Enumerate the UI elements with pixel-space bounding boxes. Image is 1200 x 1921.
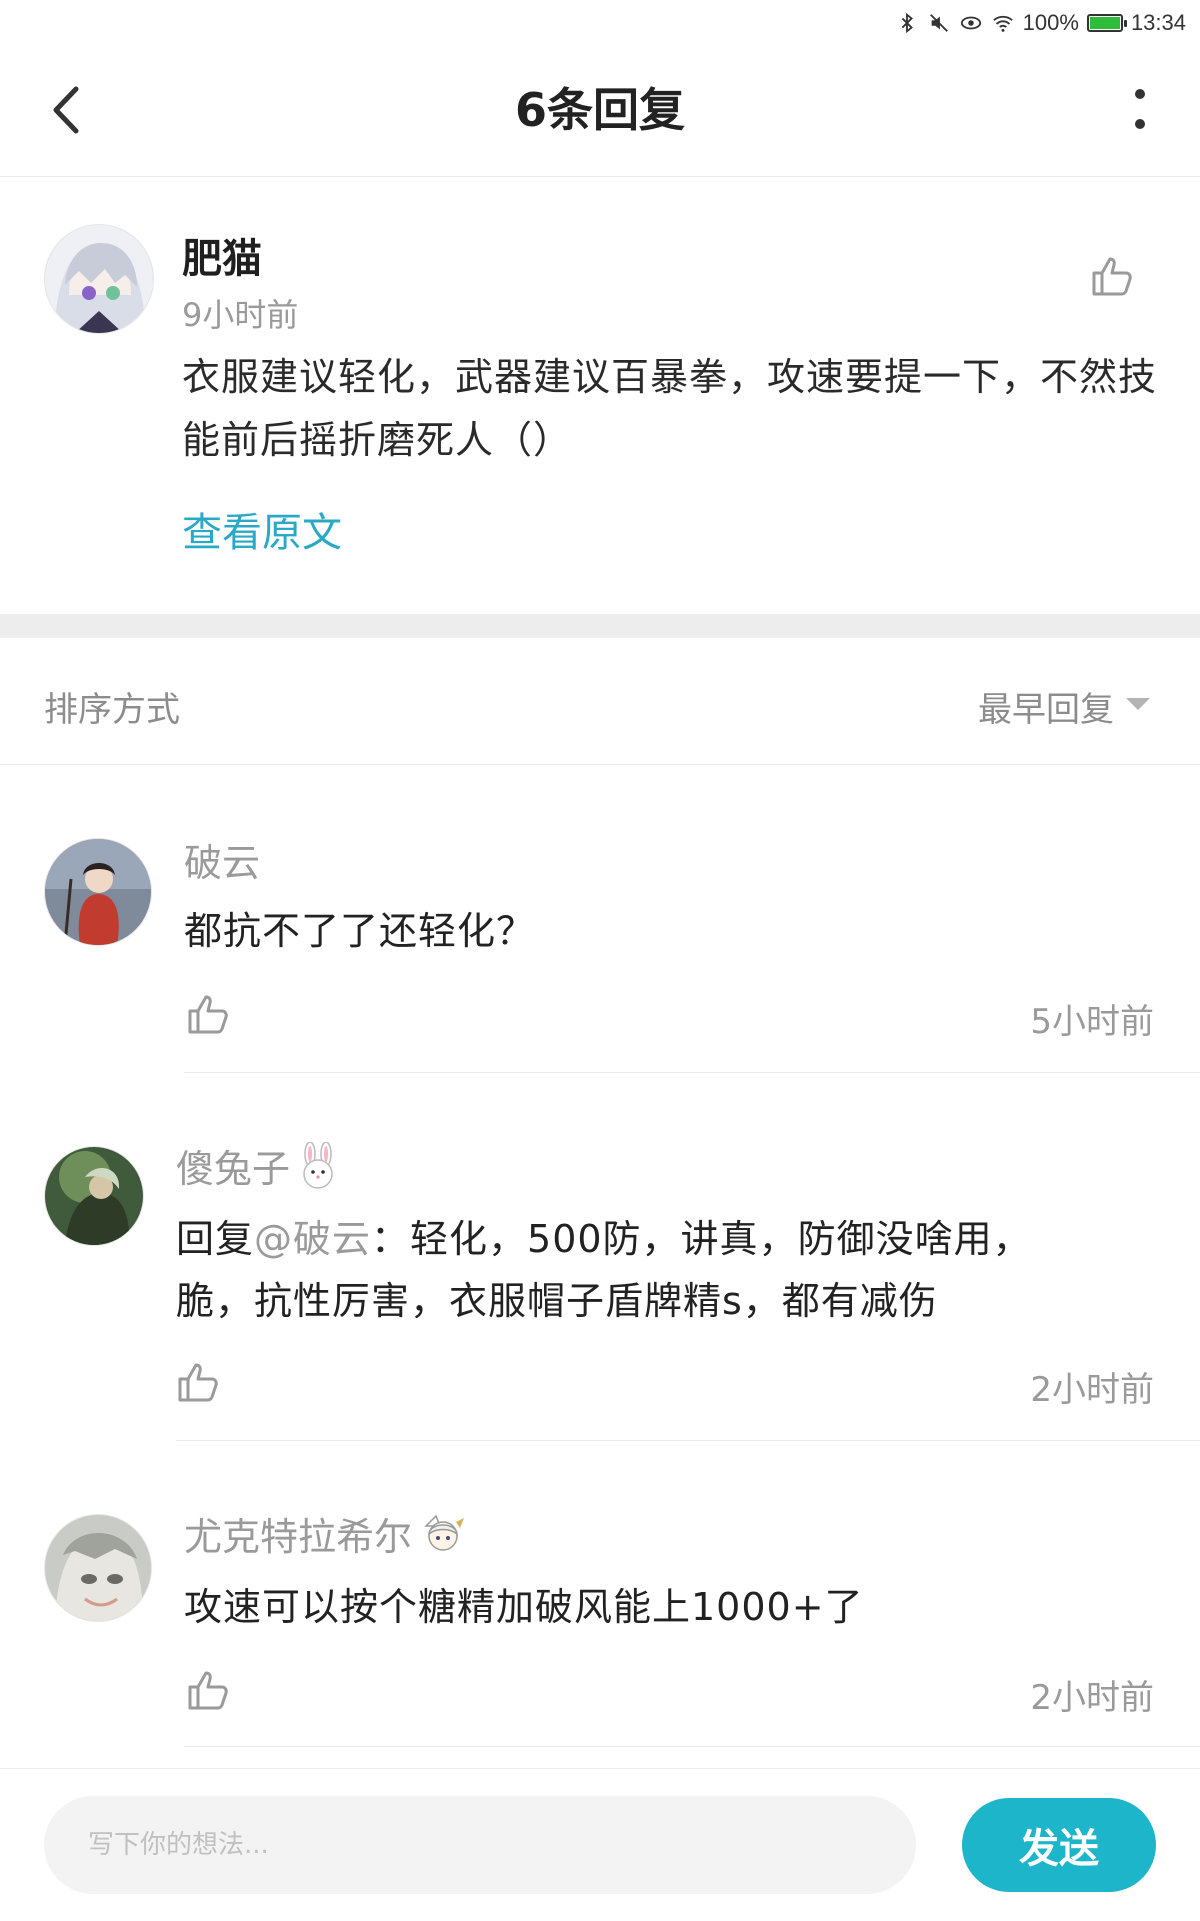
- reply-prefix: 回复: [176, 1217, 255, 1261]
- battery-icon: [1086, 14, 1127, 32]
- mute-icon: [929, 14, 948, 32]
- reply-text: 回复@破云：轻化，500防，讲真，防御没啥用，脆，抗性厉害，衣服帽子盾牌精s，都…: [176, 1208, 1096, 1332]
- more-vertical-icon: [1135, 89, 1145, 129]
- reply-avatar[interactable]: [44, 1146, 144, 1246]
- reply-like-button[interactable]: [176, 1360, 220, 1404]
- reply-author-row: 傻兔子: [176, 1138, 340, 1193]
- reply-time: 2小时前: [1030, 1370, 1154, 1410]
- like-button[interactable]: [1090, 254, 1134, 298]
- author-name[interactable]: 肥猫: [182, 226, 262, 284]
- reply-time: 5小时前: [1030, 1002, 1154, 1042]
- battery-percent: 100%: [1022, 10, 1079, 35]
- reply-like-button[interactable]: [186, 1668, 230, 1712]
- caret-down-icon[interactable]: [1126, 698, 1150, 710]
- reply-text: 都抗不了了还轻化？: [184, 909, 536, 953]
- reply-text: 攻速可以按个糖精加破风能上1000+了: [184, 1585, 864, 1629]
- status-bar: 100% 13:34: [0, 0, 1200, 50]
- comment-input[interactable]: [44, 1796, 916, 1894]
- thumbs-up-icon: [178, 1363, 218, 1402]
- thumbs-up-icon: [188, 995, 228, 1034]
- thumbs-up-icon: [1092, 257, 1132, 296]
- comment-time: 9小时前: [182, 296, 299, 334]
- reply-divider: [184, 1072, 1200, 1073]
- send-button[interactable]: 发送: [962, 1798, 1156, 1892]
- avatar-image: [45, 1147, 143, 1245]
- wifi-icon: [992, 15, 1013, 32]
- avatar-image: [45, 1515, 151, 1621]
- thumbs-up-icon: [188, 1671, 228, 1710]
- sort-label: 排序方式: [44, 690, 180, 730]
- comment-text: 衣服建议轻化，武器建议百暴拳，攻速要提一下，不然技能前后摇折磨死人（）: [182, 355, 1158, 462]
- status-time: 13:34: [1130, 10, 1186, 35]
- reply-avatar[interactable]: [44, 838, 152, 946]
- view-original-link[interactable]: 查看原文: [182, 500, 342, 558]
- section-divider: [0, 614, 1200, 638]
- sort-dropdown[interactable]: 最早回复: [978, 682, 1114, 731]
- reply-author[interactable]: 傻兔子: [176, 1138, 290, 1193]
- reply-time: 2小时前: [1030, 1678, 1154, 1718]
- reply-divider: [184, 1746, 1200, 1747]
- eye-icon: [960, 16, 981, 30]
- more-options-button[interactable]: [1120, 80, 1160, 140]
- reply-like-button[interactable]: [186, 992, 230, 1036]
- reply-divider: [176, 1440, 1200, 1441]
- mention-link[interactable]: @破云: [254, 1217, 371, 1261]
- avatar-image: [45, 839, 151, 945]
- reply-author[interactable]: 破云: [184, 832, 260, 887]
- page-title: 6条回复: [514, 83, 685, 137]
- paimon-emoji-icon: [424, 1514, 465, 1551]
- reply-author-row: 尤克特拉希尔: [184, 1506, 466, 1561]
- bluetooth-icon: [901, 12, 913, 34]
- rabbit-icon: [303, 1141, 333, 1189]
- author-avatar[interactable]: [44, 224, 154, 334]
- reply-author[interactable]: 尤克特拉希尔: [184, 1506, 412, 1561]
- status-icons: 100% 13:34: [895, 10, 1186, 36]
- avatar-image: [45, 225, 153, 333]
- reply-avatar[interactable]: [44, 1514, 152, 1622]
